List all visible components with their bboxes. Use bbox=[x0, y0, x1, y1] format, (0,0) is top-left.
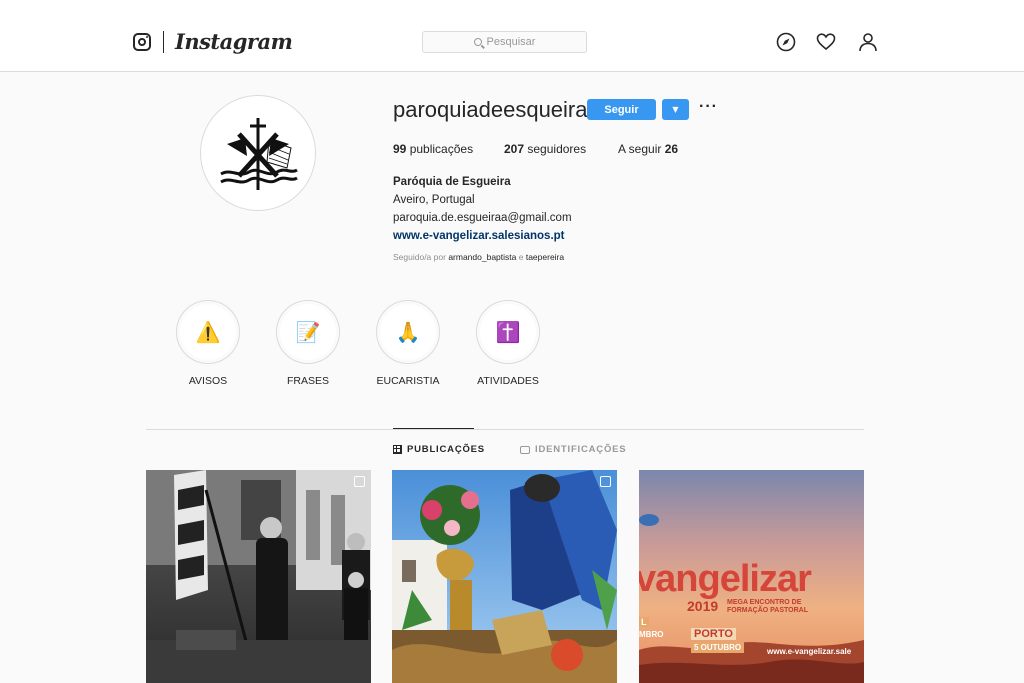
highlight-atividades[interactable]: ✝️ ATIVIDADES bbox=[475, 300, 541, 387]
profile-bio: Paróquia de Esgueira Aveiro, Portugal pa… bbox=[393, 173, 572, 245]
followers-label: seguidores bbox=[527, 142, 587, 156]
header-divider bbox=[163, 31, 164, 53]
highlight-label: AVISOS bbox=[188, 375, 228, 387]
tab-label: IDENTIFICAÇÕES bbox=[535, 444, 627, 455]
followers-count: 207 bbox=[504, 142, 525, 156]
profile-icon[interactable] bbox=[858, 32, 878, 52]
poster-url: www.e-vangelizar.sale bbox=[767, 647, 852, 656]
followed-by-joiner: e bbox=[518, 252, 524, 262]
posts-count-stat: 99 publicações bbox=[393, 142, 473, 156]
post-thumbnail[interactable]: vangelizar 2019 MEGA ENCONTRO DE FORMAÇÃ… bbox=[639, 470, 864, 683]
highlight-ring: ⚠️ bbox=[176, 300, 240, 364]
highlight-label: ATIVIDADES bbox=[477, 375, 539, 387]
multiple-photos-icon bbox=[600, 476, 611, 487]
followed-by-prefix: Seguido/a por bbox=[393, 252, 446, 262]
profile-username: paroquiadeesqueira bbox=[393, 97, 588, 122]
followed-by-user-link[interactable]: armando_baptista bbox=[448, 252, 516, 262]
poster-subtitle: MEGA ENCONTRO DE FORMAÇÃO PASTORAL bbox=[727, 599, 808, 615]
highlight-ring: 📝 bbox=[276, 300, 340, 364]
cross-icon: ✝️ bbox=[480, 304, 536, 360]
search-icon bbox=[473, 38, 482, 46]
following-count: 26 bbox=[664, 142, 679, 156]
top-navigation-bar: Instagram Pesquisar bbox=[0, 0, 1024, 72]
warning-icon: ⚠️ bbox=[180, 304, 236, 360]
profile-full-name: Paróquia de Esgueira bbox=[393, 176, 511, 188]
poster-date: 5 OUTUBRO bbox=[691, 642, 745, 653]
poster-year: 2019 bbox=[687, 598, 719, 614]
highlight-label: FRASES bbox=[286, 375, 329, 387]
followed-by-user-link[interactable]: taepereira bbox=[526, 252, 564, 262]
poster-city: PORTO bbox=[691, 628, 736, 640]
search-input[interactable]: Pesquisar bbox=[422, 31, 587, 53]
poster-headline: vangelizar bbox=[639, 558, 812, 600]
poster-left-fragment: MBRO bbox=[639, 630, 664, 639]
post-thumbnail[interactable] bbox=[392, 470, 617, 683]
suggestions-dropdown-button[interactable]: ▼ bbox=[662, 99, 689, 120]
religious-statue-photo bbox=[392, 470, 617, 683]
tab-publicacoes[interactable]: PUBLICAÇÕES bbox=[393, 444, 485, 455]
poster-subtitle-line: FORMAÇÃO PASTORAL bbox=[727, 607, 809, 614]
follow-button[interactable]: Seguir bbox=[587, 99, 656, 120]
highlight-ring: 🙏 bbox=[376, 300, 440, 364]
followers-stat[interactable]: 207 seguidores bbox=[504, 142, 586, 156]
praying-hands-icon: 🙏 bbox=[380, 304, 436, 360]
grid-icon bbox=[393, 445, 402, 454]
following-label: A seguir bbox=[618, 142, 662, 156]
highlight-eucaristia[interactable]: 🙏 EUCARISTIA bbox=[375, 300, 441, 387]
procession-photo bbox=[146, 470, 371, 683]
post-thumbnail[interactable] bbox=[146, 470, 371, 683]
profile-avatar[interactable] bbox=[200, 95, 316, 211]
tabs-divider bbox=[146, 429, 864, 430]
compass-icon[interactable] bbox=[776, 32, 796, 52]
poster-subtitle-line: MEGA ENCONTRO DE bbox=[727, 599, 802, 606]
profile-email: paroquia.de.esgueiraa@gmail.com bbox=[393, 212, 572, 224]
profile-website-link[interactable]: www.e-vangelizar.salesianos.pt bbox=[393, 227, 572, 245]
followed-by-line: Seguido/a por armando_baptista e taepere… bbox=[393, 252, 564, 262]
instagram-camera-icon[interactable] bbox=[133, 33, 151, 51]
following-stat[interactable]: A seguir 26 bbox=[618, 142, 678, 156]
highlight-frases[interactable]: 📝 FRASES bbox=[275, 300, 341, 387]
poster-left-fragment: L bbox=[639, 617, 649, 627]
heart-icon[interactable] bbox=[816, 32, 836, 52]
highlight-avisos[interactable]: ⚠️ AVISOS bbox=[175, 300, 241, 387]
tab-label: PUBLICAÇÕES bbox=[407, 444, 485, 455]
parish-logo-icon bbox=[220, 118, 298, 190]
highlight-ring: ✝️ bbox=[476, 300, 540, 364]
posts-count: 99 bbox=[393, 142, 407, 156]
highlight-label: EUCARISTIA bbox=[376, 375, 440, 387]
posts-label: publicações bbox=[409, 142, 474, 156]
profile-location: Aveiro, Portugal bbox=[393, 194, 475, 206]
search-placeholder: Pesquisar bbox=[486, 36, 536, 48]
memo-icon: 📝 bbox=[280, 304, 336, 360]
more-options-icon[interactable]: ··· bbox=[699, 98, 718, 116]
multiple-photos-icon bbox=[354, 476, 365, 487]
active-tab-indicator bbox=[393, 428, 474, 429]
tab-identificacoes[interactable]: IDENTIFICAÇÕES bbox=[520, 444, 626, 455]
tagged-icon bbox=[520, 445, 530, 454]
instagram-wordmark[interactable]: Instagram bbox=[175, 29, 293, 54]
